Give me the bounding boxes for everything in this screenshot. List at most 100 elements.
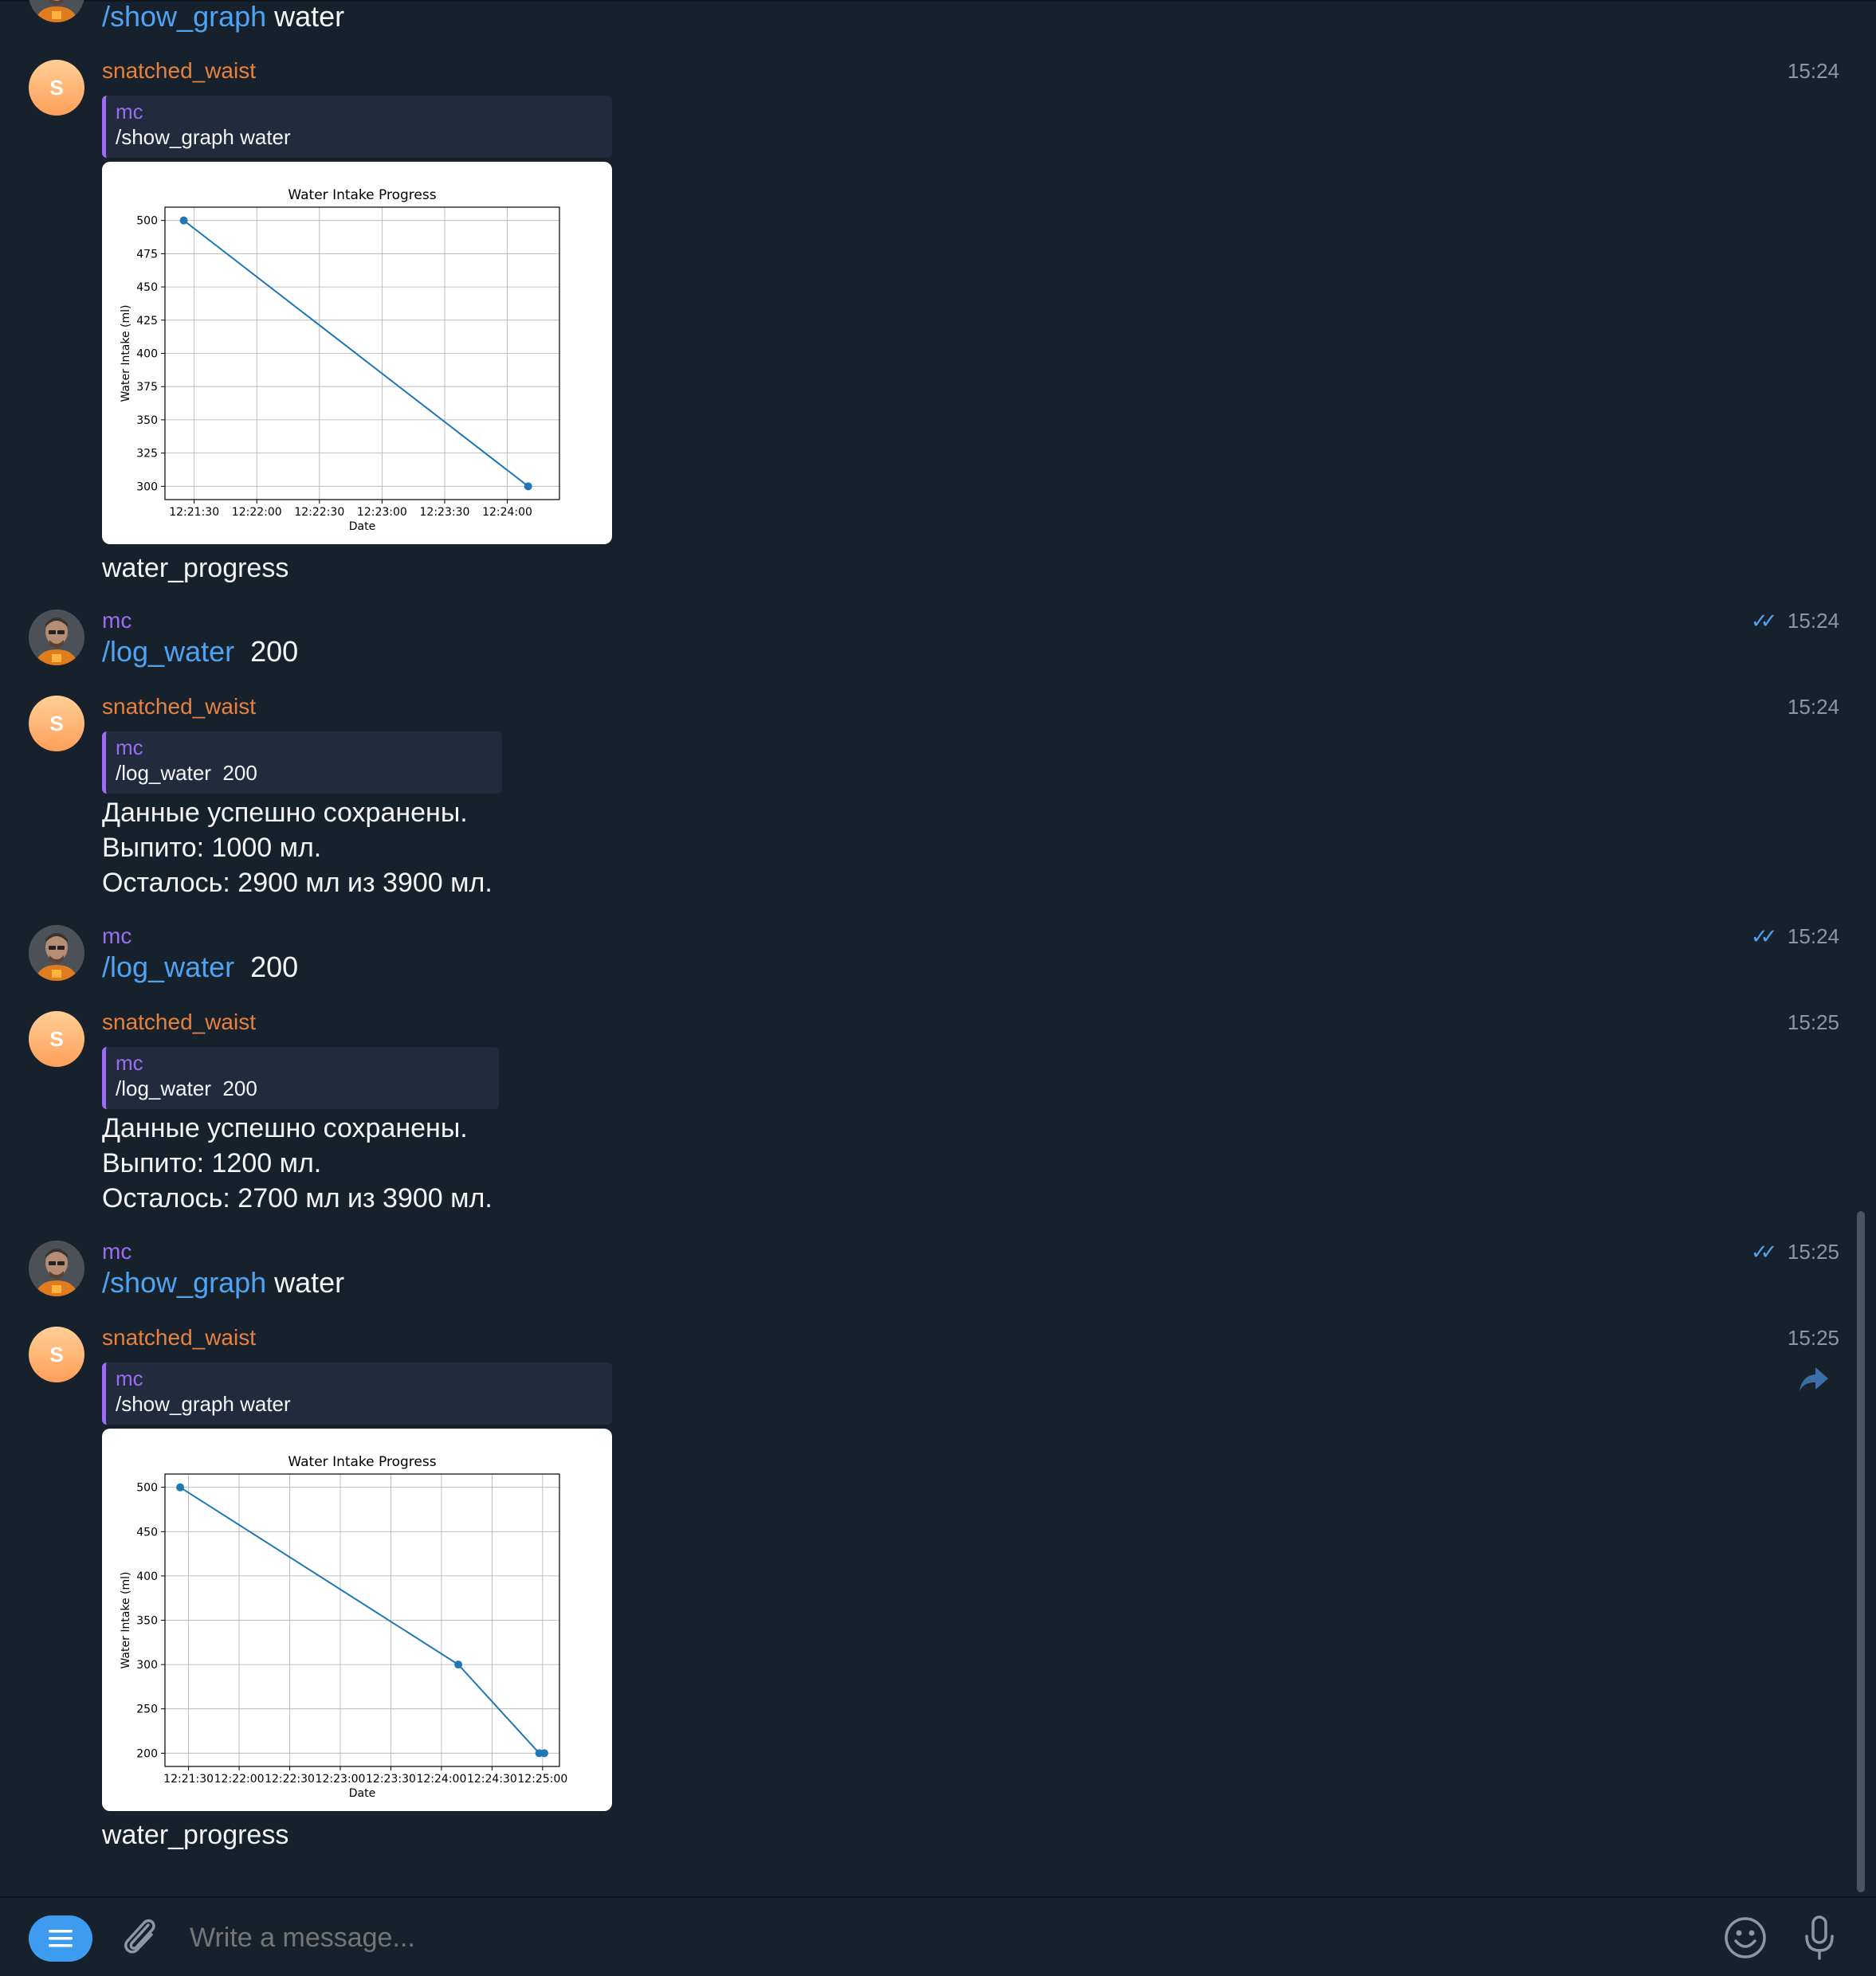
message-line: Выпито: 1000 мл. (102, 833, 322, 863)
chat-history[interactable]: /show_graph water S snatched_waist 15:24… (0, 0, 1876, 1896)
command-link[interactable]: /log_water (102, 635, 234, 668)
sender-name[interactable]: mc (102, 923, 131, 950)
x-tick-label: 12:23:30 (420, 506, 470, 519)
y-tick-label: 450 (136, 281, 158, 294)
y-tick-label: 475 (136, 248, 158, 261)
message-composer (0, 1896, 1876, 1976)
message-line: Данные успешно сохранены. (102, 798, 468, 828)
message-line: Осталось: 2700 мл из 3900 мл. (102, 1183, 493, 1213)
graph-image[interactable]: 12:21:30 12:22:00 12:22:30 12:23:00 12:23:30… (102, 162, 612, 544)
data-point (524, 482, 532, 491)
x-tick-label: 12:25:00 (517, 1773, 567, 1786)
x-axis-label: Date (349, 520, 375, 533)
y-tick-label: 375 (136, 381, 158, 394)
avatar-snatched-waist[interactable]: S (29, 696, 84, 751)
read-checks-icon: ✓✓ (1750, 1240, 1777, 1264)
x-tick-label: 12:24:30 (467, 1773, 517, 1786)
y-tick-label: 500 (136, 215, 158, 228)
y-tick-label: 400 (136, 348, 158, 361)
data-point (176, 1483, 185, 1492)
message-text: /log_water 200 (102, 635, 299, 668)
menu-icon (49, 1930, 73, 1947)
read-checks-icon: ✓✓ (1750, 609, 1777, 633)
image-caption: water_progress (102, 1820, 289, 1850)
data-point (179, 216, 188, 225)
sender-name[interactable]: snatched_waist (102, 1324, 256, 1351)
data-point (540, 1749, 548, 1758)
sender-name[interactable]: snatched_waist (102, 1009, 256, 1036)
message-text: /show_graph water (102, 1266, 345, 1299)
sender-name[interactable]: snatched_waist (102, 57, 256, 84)
message-input[interactable] (188, 1917, 1626, 1958)
sender-name[interactable]: snatched_waist (102, 693, 256, 720)
y-tick-label: 300 (136, 480, 158, 493)
x-tick-label: 12:23:00 (316, 1773, 366, 1786)
reply-quote[interactable]: mc /show_graph water (102, 1362, 612, 1425)
y-tick-label: 425 (136, 315, 158, 327)
message-time: ✓✓ 15:24 (1750, 609, 1839, 633)
command-link[interactable]: /show_graph (102, 0, 266, 33)
y-tick-label: 250 (136, 1704, 158, 1716)
command-link[interactable]: /log_water (102, 951, 234, 983)
avatar-mc[interactable] (29, 610, 84, 665)
message-time: 15:25 (1787, 1010, 1839, 1034)
y-tick-label: 300 (136, 1659, 158, 1672)
message-text: /log_water 200 (102, 951, 299, 983)
sender-name[interactable]: mc (102, 1238, 131, 1265)
x-tick-label: 12:24:00 (482, 506, 532, 519)
y-tick-label: 350 (136, 1615, 158, 1628)
x-tick-label: 12:23:00 (357, 506, 407, 519)
x-tick-label: 12:24:00 (416, 1773, 466, 1786)
graph-image[interactable]: 12:21:30 12:22:00 12:22:30 12:23:00 12:23:30… (102, 1429, 612, 1811)
reply-name: mc (116, 100, 143, 124)
emoji-icon[interactable] (1723, 1915, 1768, 1960)
y-axis-label: Water Intake (ml) (120, 1571, 132, 1668)
message-time: ✓✓ 15:24 (1750, 924, 1839, 948)
reply-quote[interactable]: mc /log_water 200 (102, 731, 502, 794)
reply-text: /show_graph water (116, 1392, 291, 1416)
microphone-icon[interactable] (1799, 1914, 1839, 1962)
x-tick-label: 12:21:30 (163, 1773, 214, 1786)
x-tick-label: 12:21:30 (169, 506, 219, 519)
sender-name[interactable]: mc (102, 607, 131, 634)
scrollbar[interactable] (1857, 1211, 1865, 1892)
avatar-snatched-waist[interactable]: S (29, 1327, 84, 1382)
water-intake-chart: 12:21:30 12:22:00 12:22:30 12:23:00 12:23:30… (120, 1454, 567, 1800)
forward-icon[interactable] (1798, 1366, 1830, 1393)
avatar-mc[interactable] (29, 925, 84, 981)
command-link[interactable]: /show_graph (102, 1266, 266, 1299)
chart-title: Water Intake Progress (288, 1454, 436, 1470)
message-time: 15:24 (1787, 59, 1839, 83)
x-tick-label: 12:22:00 (232, 506, 282, 519)
message-time: ✓✓ 15:25 (1750, 1240, 1839, 1264)
y-tick-label: 350 (136, 414, 158, 427)
water-intake-chart: 12:21:30 12:22:00 12:22:30 12:23:00 12:23:30… (120, 187, 560, 533)
avatar-mc[interactable] (29, 1241, 84, 1296)
reply-quote[interactable]: mc /log_water 200 (102, 1047, 499, 1109)
chart-title: Water Intake Progress (288, 187, 436, 203)
x-tick-label: 12:23:30 (366, 1773, 416, 1786)
reply-text: /log_water 200 (116, 761, 257, 785)
message-time: 15:24 (1787, 695, 1839, 719)
y-tick-label: 400 (136, 1570, 158, 1583)
message-time: 15:25 (1787, 1326, 1839, 1350)
avatar-mc[interactable] (29, 0, 84, 22)
bot-menu-button[interactable] (29, 1915, 92, 1962)
y-tick-label: 450 (136, 1526, 158, 1539)
avatar-snatched-waist[interactable]: S (29, 60, 84, 116)
reply-quote[interactable]: mc /show_graph water (102, 96, 612, 158)
avatar-snatched-waist[interactable]: S (29, 1011, 84, 1067)
message-body: Данные успешно сохранены. Выпито: 1000 м… (102, 795, 493, 900)
message-body: Данные успешно сохранены. Выпито: 1200 м… (102, 1111, 493, 1216)
y-tick-label: 200 (136, 1747, 158, 1760)
reply-name: mc (116, 1366, 143, 1390)
y-tick-label: 500 (136, 1482, 158, 1495)
x-tick-label: 12:22:30 (265, 1773, 315, 1786)
reply-text: /log_water 200 (116, 1076, 257, 1100)
x-tick-label: 12:22:00 (214, 1773, 265, 1786)
y-tick-label: 325 (136, 448, 158, 461)
message-line: Данные успешно сохранены. (102, 1113, 468, 1143)
image-caption: water_progress (102, 553, 289, 583)
message-line: Выпито: 1200 мл. (102, 1148, 322, 1178)
paperclip-icon[interactable] (120, 1915, 159, 1958)
